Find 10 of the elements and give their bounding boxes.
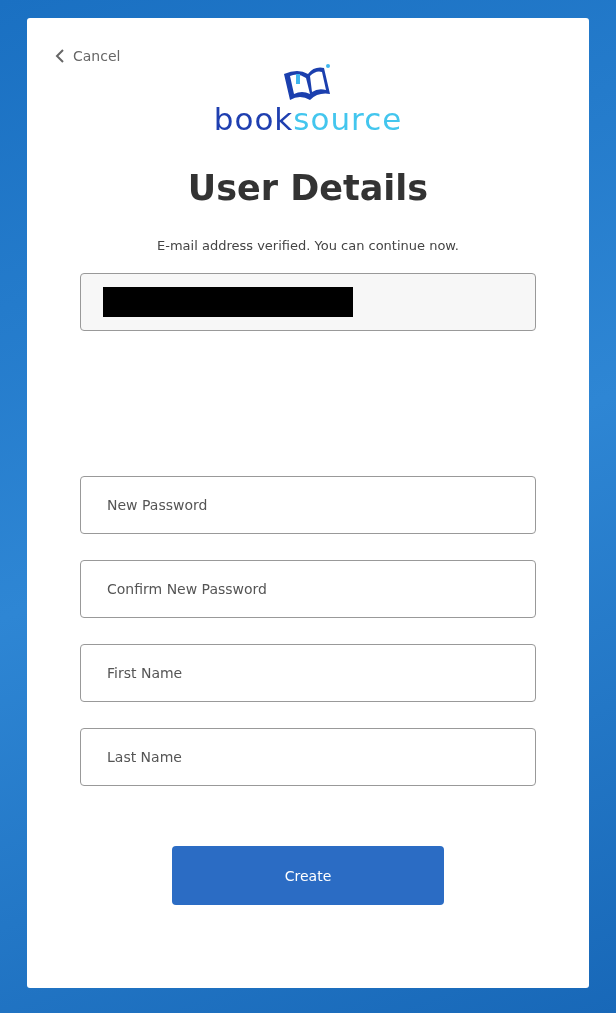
input-field[interactable]: Last Name — [80, 728, 536, 786]
input-field[interactable]: New Password — [80, 476, 536, 534]
brand-logo-text: booksource — [213, 102, 403, 136]
status-message: E-mail address verified. You can continue now. — [157, 238, 459, 253]
cancel-link[interactable]: Cancel — [55, 48, 121, 64]
chevron-left-icon — [55, 48, 65, 64]
input-field[interactable]: Confirm New Password — [80, 560, 536, 618]
create-button[interactable]: Create — [172, 846, 444, 905]
input-field[interactable]: First Name — [80, 644, 536, 702]
page-title: User Details — [187, 167, 429, 210]
